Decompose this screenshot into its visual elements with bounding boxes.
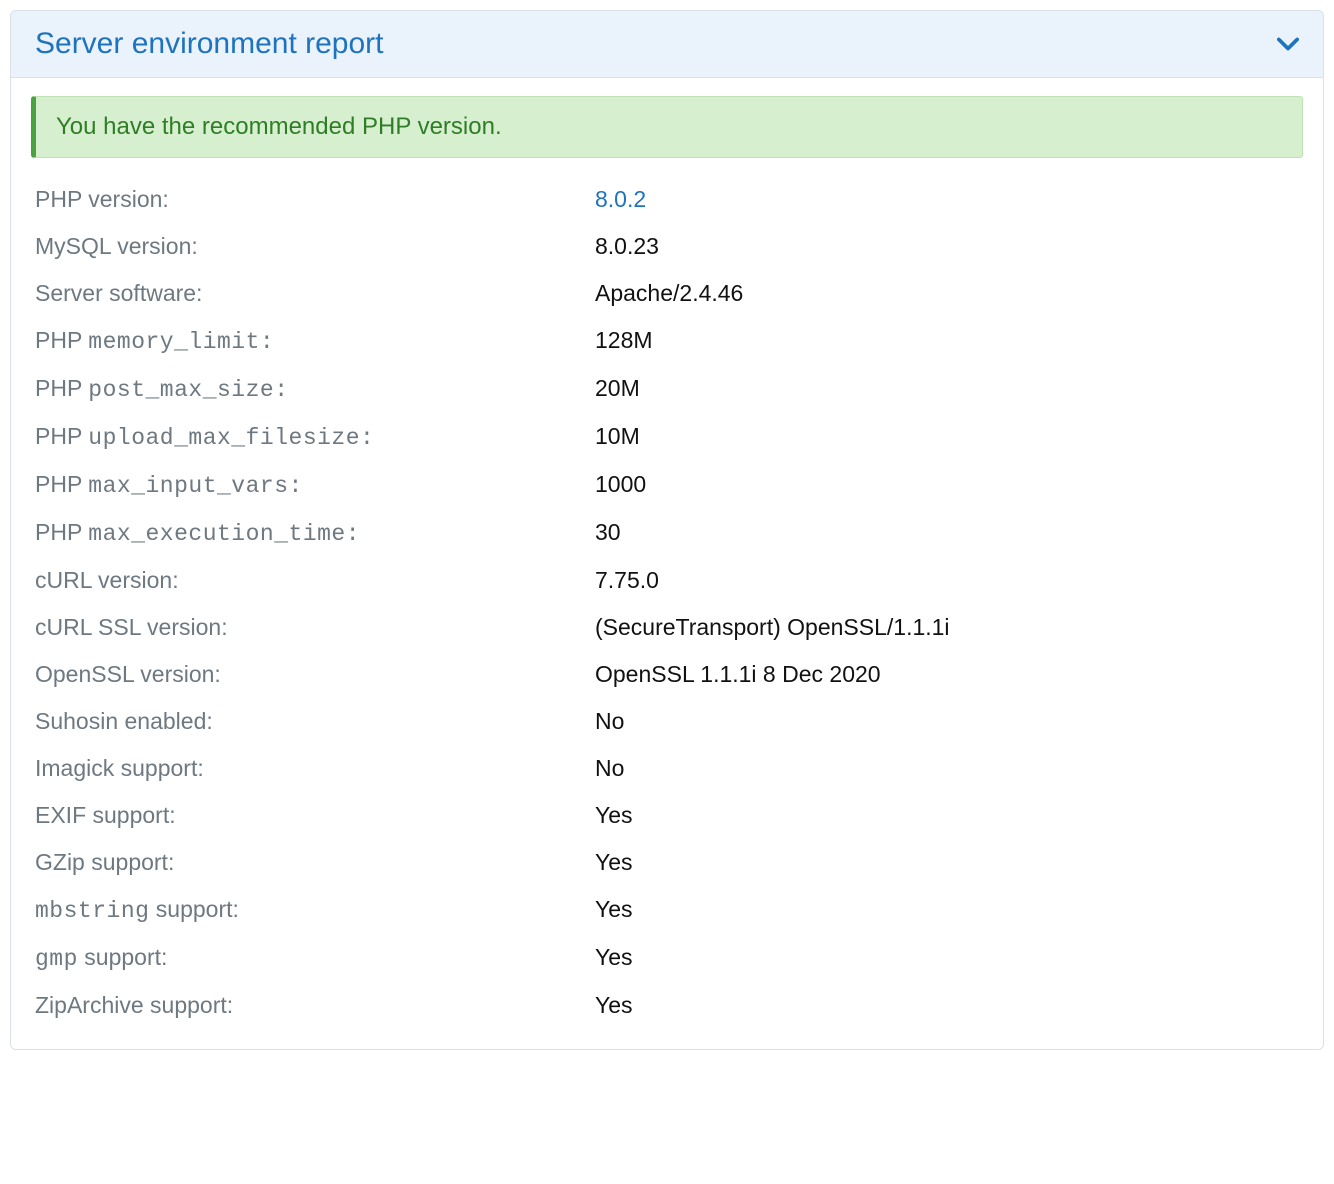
label-suffix: support: [78,944,168,970]
env-row: gmp support:Yes [31,934,1303,982]
exif-support-value: Yes [595,802,1299,829]
env-row: PHP max_input_vars:1000 [31,461,1303,509]
php-max-execution-time-value: 30 [595,519,1299,546]
env-row: MySQL version: 8.0.23 [31,223,1303,270]
php-version-alert: You have the recommended PHP version. [31,96,1303,158]
php-post-max-size-label: PHP post_max_size: [35,375,595,403]
collapse-toggle-icon[interactable] [1277,37,1299,51]
openssl-version-label: OpenSSL version: [35,661,595,688]
label-text: MySQL version: [35,233,198,259]
env-row: PHP max_execution_time:30 [31,509,1303,557]
exif-support-label: EXIF support: [35,802,595,829]
curl-ssl-version-value: (SecureTransport) OpenSSL/1.1.1i [595,614,1299,641]
server-software-label: Server software: [35,280,595,307]
env-row: Suhosin enabled: No [31,698,1303,745]
label-text: Imagick support: [35,755,204,781]
env-row: GZip support: Yes [31,839,1303,886]
env-row: Imagick support: No [31,745,1303,792]
panel-title: Server environment report [35,27,384,61]
label-text: PHP [35,423,88,449]
label-text: cURL version: [35,567,179,593]
gzip-support-label: GZip support: [35,849,595,876]
label-mono: post_max_size: [88,377,288,403]
php-max-input-vars-value: 1000 [595,471,1299,498]
php-upload-max-filesize-label: PHP upload_max_filesize: [35,423,595,451]
alert-message: You have the recommended PHP version. [56,113,502,140]
php-memory-limit-value: 128M [595,327,1299,354]
label-mono: memory_limit: [88,329,274,355]
suhosin-enabled-label: Suhosin enabled: [35,708,595,735]
mysql-version-label: MySQL version: [35,233,595,260]
suhosin-enabled-value: No [595,708,1299,735]
curl-version-value: 7.75.0 [595,567,1299,594]
php-max-input-vars-label: PHP max_input_vars: [35,471,595,499]
label-suffix: support: [149,896,239,922]
label-text: cURL SSL version: [35,614,228,640]
label-text: PHP [35,471,88,497]
env-row: PHP memory_limit:128M [31,317,1303,365]
environment-rows: PHP version: 8.0.2 MySQL version: 8.0.23 Ser… [31,176,1303,1029]
php-post-max-size-value: 20M [595,375,1299,402]
gmp-support-label: gmp support: [35,944,595,972]
env-row: EXIF support: Yes [31,792,1303,839]
env-row: cURL SSL version: (SecureTransport) OpenS… [31,604,1303,651]
php-memory-limit-label: PHP memory_limit: [35,327,595,355]
server-environment-panel: Server environment report You have the r… [10,10,1324,1050]
env-row: OpenSSL version: OpenSSL 1.1.1i 8 Dec 202… [31,651,1303,698]
label-text: PHP version: [35,186,169,212]
curl-ssl-version-label: cURL SSL version: [35,614,595,641]
label-mono: upload_max_filesize: [88,425,374,451]
label-text: ZipArchive support: [35,992,233,1018]
env-row: mbstring support:Yes [31,886,1303,934]
gmp-support-value: Yes [595,944,1299,971]
label-text: OpenSSL version: [35,661,221,687]
mbstring-support-value: Yes [595,896,1299,923]
env-row: cURL version: 7.75.0 [31,557,1303,604]
gzip-support-value: Yes [595,849,1299,876]
label-text: Server software: [35,280,202,306]
php-version-label: PHP version: [35,186,595,213]
label-text: GZip support: [35,849,174,875]
ziparchive-support-label: ZipArchive support: [35,992,595,1019]
env-row: PHP version: 8.0.2 [31,176,1303,223]
php-version-value[interactable]: 8.0.2 [595,186,1299,213]
label-mono: gmp [35,946,78,972]
panel-body: You have the recommended PHP version. PH… [11,78,1323,1049]
label-mono: mbstring [35,898,149,924]
label-text: Suhosin enabled: [35,708,213,734]
env-row: ZipArchive support: Yes [31,982,1303,1029]
server-software-value: Apache/2.4.46 [595,280,1299,307]
label-text: EXIF support: [35,802,176,828]
env-row: PHP post_max_size:20M [31,365,1303,413]
env-row: PHP upload_max_filesize:10M [31,413,1303,461]
ziparchive-support-value: Yes [595,992,1299,1019]
label-text: PHP [35,327,88,353]
label-text: PHP [35,519,88,545]
php-upload-max-filesize-value: 10M [595,423,1299,450]
label-mono: max_execution_time: [88,521,360,547]
label-mono: max_input_vars: [88,473,303,499]
php-max-execution-time-label: PHP max_execution_time: [35,519,595,547]
panel-header[interactable]: Server environment report [11,11,1323,78]
mbstring-support-label: mbstring support: [35,896,595,924]
curl-version-label: cURL version: [35,567,595,594]
env-row: Server software: Apache/2.4.46 [31,270,1303,317]
imagick-support-label: Imagick support: [35,755,595,782]
label-text: PHP [35,375,88,401]
imagick-support-value: No [595,755,1299,782]
openssl-version-value: OpenSSL 1.1.1i 8 Dec 2020 [595,661,1299,688]
mysql-version-value: 8.0.23 [595,233,1299,260]
